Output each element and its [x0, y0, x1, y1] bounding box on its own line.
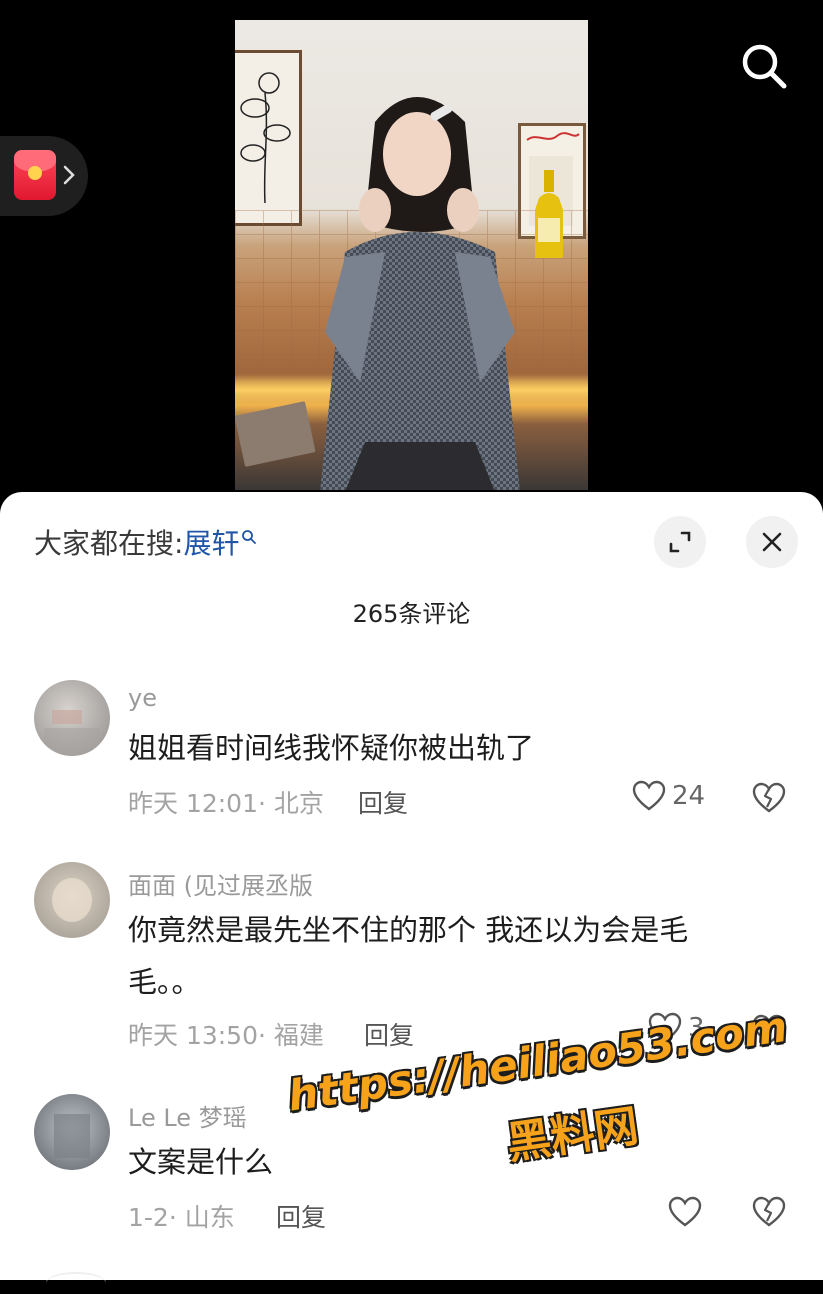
heart-icon — [632, 780, 666, 811]
video-area[interactable] — [0, 0, 823, 500]
next-comment-edge — [46, 1272, 106, 1294]
heart-icon — [648, 1012, 682, 1043]
video-player[interactable] — [235, 20, 588, 490]
broken-heart-icon[interactable] — [752, 782, 786, 814]
avatar[interactable] — [34, 680, 110, 756]
comment-meta: 昨天 13:50· 福建 — [128, 1021, 324, 1050]
like-count: 3 — [688, 1013, 705, 1043]
comment-meta: 昨天 12:01· 北京 — [128, 789, 324, 818]
book-image — [235, 401, 316, 467]
avatar[interactable] — [34, 862, 110, 938]
reply-button[interactable]: 回复 — [358, 784, 408, 820]
comment-text: 姐姐看时间线我怀疑你被出轨了 — [128, 731, 535, 765]
comment-text: 文案是什么 — [128, 1145, 274, 1179]
hot-search-bar[interactable]: 大家都在搜:展轩 — [34, 522, 257, 562]
person-image — [320, 97, 520, 490]
comment-username[interactable]: ye — [128, 684, 157, 712]
like-button[interactable] — [668, 1196, 702, 1228]
reply-button[interactable]: 回复 — [364, 1016, 414, 1052]
avatar[interactable] — [34, 1094, 110, 1170]
like-button[interactable]: 3 — [648, 1012, 705, 1044]
close-icon — [762, 532, 782, 552]
red-packet-icon — [14, 150, 56, 200]
like-button[interactable]: 24 — [632, 780, 705, 812]
wall-artwork-left — [235, 50, 302, 226]
comment-meta: 1-2· 山东 — [128, 1203, 235, 1232]
heart-icon — [668, 1196, 702, 1227]
search-button[interactable] — [738, 40, 790, 92]
comment-item: ye 姐姐看时间线我怀疑你被出轨了 昨天 12:01· 北京 回复 24 — [0, 658, 823, 828]
red-packet-button[interactable] — [0, 136, 88, 216]
bottle-image — [535, 170, 563, 258]
broken-heart-icon[interactable] — [752, 1014, 786, 1046]
comment-sheet: 大家都在搜:展轩 265条评论 ye 姐姐看时间线我怀疑你被出轨了 昨天 12:… — [0, 492, 823, 1280]
comment-item: Le Le 梦瑶 文案是什么 1-2· 山东 回复 — [0, 1072, 823, 1232]
reply-button[interactable]: 回复 — [276, 1198, 326, 1234]
comment-text: 你竟然是最先坐不住的那个 我还以为会是毛毛。。 — [128, 913, 689, 999]
search-icon — [742, 44, 787, 89]
comment-username[interactable]: Le Le 梦瑶 — [128, 1098, 247, 1133]
hot-search-prefix: 大家都在搜: — [34, 527, 184, 560]
comment-username[interactable]: 面面 (见过展丞版 — [128, 866, 313, 901]
comment-count: 265条评论 — [352, 600, 471, 628]
like-count: 24 — [672, 781, 706, 811]
broken-heart-icon[interactable] — [752, 1196, 786, 1228]
comment-item: 面面 (见过展丞版 你竟然是最先坐不住的那个 我还以为会是毛毛。。 昨天 13:… — [0, 840, 823, 1050]
search-icon — [242, 530, 257, 544]
chevron-right-icon — [63, 165, 75, 185]
close-button[interactable] — [746, 516, 798, 568]
expand-button[interactable] — [654, 516, 706, 568]
hot-search-keyword[interactable]: 展轩 — [183, 527, 239, 560]
expand-icon — [669, 531, 691, 553]
